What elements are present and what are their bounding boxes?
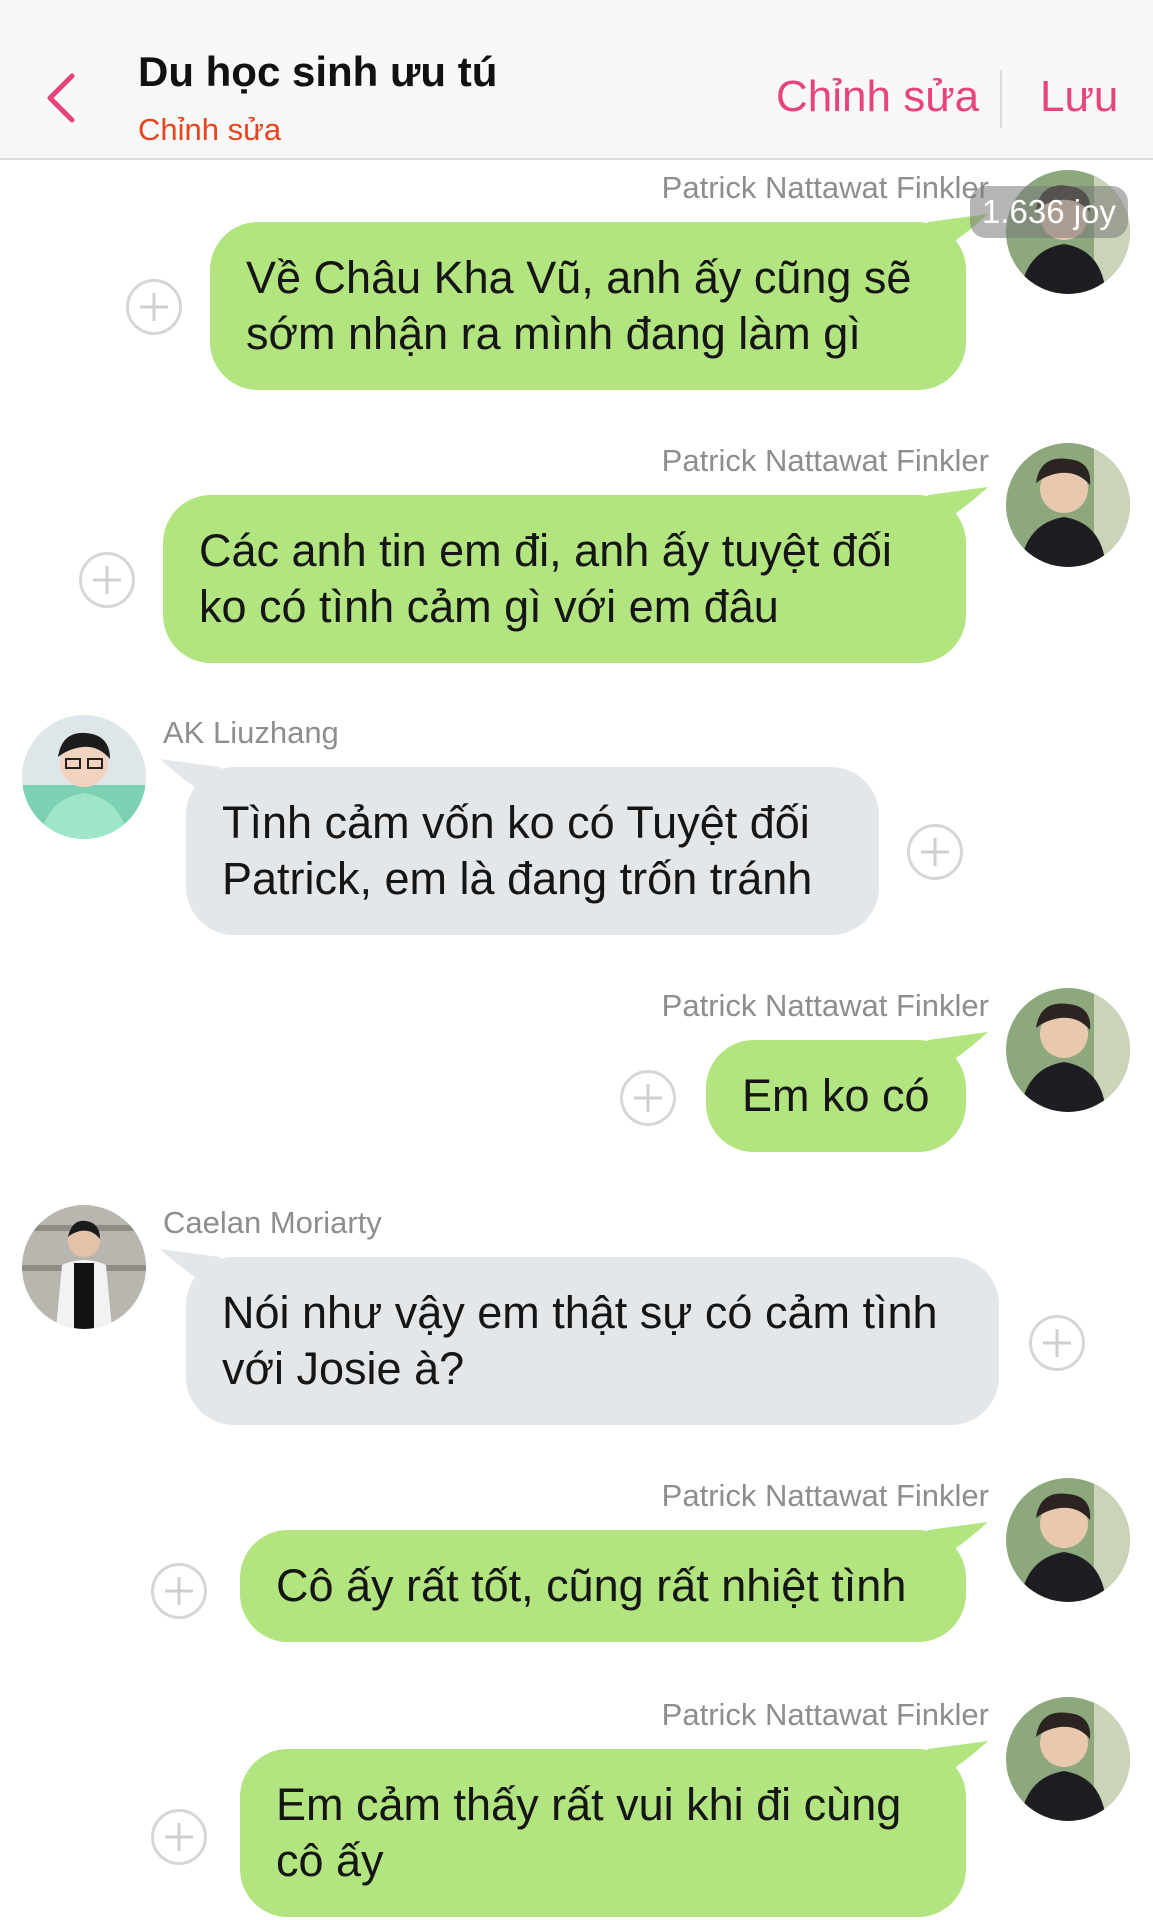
message-line: với Josie à? [222,1343,465,1394]
avatar[interactable] [1006,443,1130,567]
message-bubble[interactable]: Nói như vậy em thật sự có cảm tình với J… [186,1257,999,1425]
add-reaction-button[interactable] [620,1070,676,1126]
message-bubble[interactable]: Em cảm thấy rất vui khi đi cùng cô ấy [240,1749,966,1917]
message-row: Patrick Nattawat Finkler Em cảm thấy rất… [0,1697,1153,1920]
message-row: Patrick Nattawat Finkler Cô ấy rất tốt, … [0,1478,1153,1648]
message-line: ko có tình cảm gì với em đâu [199,581,779,632]
avatar[interactable] [22,1205,146,1329]
message-bubble[interactable]: Em ko có [706,1040,966,1152]
message-row: Caelan Moriarty Nói như vậy em thật sự c… [0,1205,1153,1435]
avatar[interactable] [1006,1478,1130,1602]
joy-counter-badge: 1.636 joy [970,186,1128,238]
add-reaction-button[interactable] [151,1563,207,1619]
message-bubble[interactable]: Các anh tin em đi, anh ấy tuyệt đối ko c… [163,495,966,663]
page-subtitle: Chỉnh sửa [138,112,282,147]
sender-name: Patrick Nattawat Finkler [661,443,989,478]
save-button[interactable]: Lưu [1040,72,1118,122]
add-reaction-button[interactable] [126,279,182,335]
message-row: Patrick Nattawat Finkler Em ko có [0,988,1153,1152]
message-line: Patrick, em là đang trốn tránh [222,853,813,904]
header-divider [1000,70,1002,128]
message-line: Em ko có [742,1070,930,1121]
message-line: cô ấy [276,1835,384,1886]
message-line: Về Châu Kha Vũ, anh ấy cũng sẽ [246,252,912,303]
add-reaction-button[interactable] [79,552,135,608]
message-line: Tình cảm vốn ko có Tuyệt đối [222,797,810,848]
sender-name: Patrick Nattawat Finkler [661,1697,989,1732]
message-line: Nói như vậy em thật sự có cảm tình [222,1287,938,1338]
edit-button[interactable]: Chỉnh sửa [776,72,979,122]
sender-name: Patrick Nattawat Finkler [661,170,989,205]
message-line: Các anh tin em đi, anh ấy tuyệt đối [199,525,892,576]
add-reaction-button[interactable] [907,824,963,880]
message-line: sớm nhận ra mình đang làm gì [246,308,861,359]
sender-name: Patrick Nattawat Finkler [661,1478,989,1513]
back-chevron-icon[interactable] [42,70,82,126]
sender-name: Caelan Moriarty [163,1205,382,1240]
message-bubble[interactable]: Tình cảm vốn ko có Tuyệt đối Patrick, em… [186,767,879,935]
message-line: Cô ấy rất tốt, cũng rất nhiệt tình [276,1560,907,1611]
page-title: Du học sinh ưu tú [138,48,498,95]
message-row: AK Liuzhang Tình cảm vốn ko có Tuyệt đối… [0,715,1153,945]
sender-name: AK Liuzhang [163,715,339,750]
message-row: Patrick Nattawat Finkler Các anh tin em … [0,443,1153,673]
avatar[interactable] [1006,988,1130,1112]
sender-name: Patrick Nattawat Finkler [661,988,989,1023]
message-line: Em cảm thấy rất vui khi đi cùng [276,1779,902,1830]
avatar[interactable] [22,715,146,839]
message-bubble[interactable]: Về Châu Kha Vũ, anh ấy cũng sẽ sớm nhận … [210,222,966,390]
nav-header: Du học sinh ưu tú Chỉnh sửa Chỉnh sửa Lư… [0,0,1153,160]
message-bubble[interactable]: Cô ấy rất tốt, cũng rất nhiệt tình [240,1530,966,1642]
avatar[interactable] [1006,1697,1130,1821]
add-reaction-button[interactable] [1029,1315,1085,1371]
add-reaction-button[interactable] [151,1809,207,1865]
